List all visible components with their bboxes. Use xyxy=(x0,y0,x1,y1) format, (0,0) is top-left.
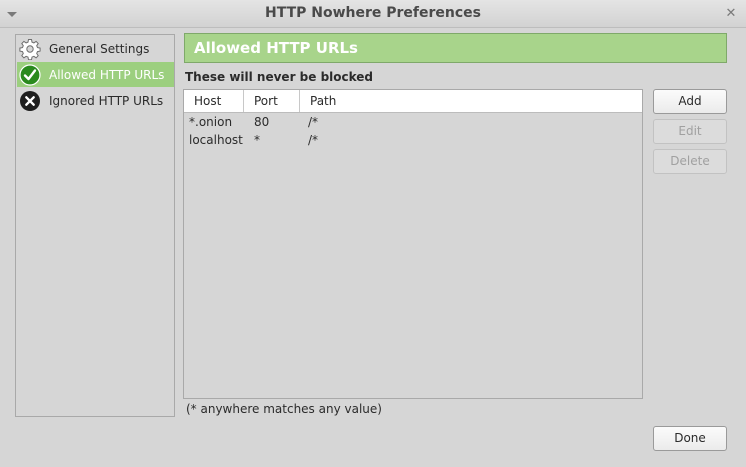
sidebar-item-label: Allowed HTTP URLs xyxy=(49,67,165,82)
cell-port: 80 xyxy=(254,115,270,129)
cell-port: * xyxy=(254,133,260,147)
cell-host: *.onion xyxy=(189,115,233,129)
x-circle-icon xyxy=(20,90,40,111)
sidebar-item-label: Ignored HTTP URLs xyxy=(49,93,164,108)
sidebar-item-label: General Settings xyxy=(49,41,150,56)
title-bar: HTTP Nowhere Preferences ✕ xyxy=(0,0,746,28)
add-button[interactable]: Add xyxy=(653,89,727,114)
sidebar: General Settings Allowed HTTP URLs Ignor… xyxy=(15,34,175,417)
sidebar-item-allowed-http-urls[interactable]: Allowed HTTP URLs xyxy=(17,62,174,87)
wildcard-footnote: (* anywhere matches any value) xyxy=(186,402,382,416)
column-header-port[interactable]: Port xyxy=(244,90,300,112)
preferences-window: HTTP Nowhere Preferences ✕ General Setti… xyxy=(0,0,746,467)
table-row[interactable]: localhost * /* xyxy=(184,131,642,149)
check-circle-icon xyxy=(19,63,41,86)
column-header-path[interactable]: Path xyxy=(300,90,642,112)
gear-icon xyxy=(19,38,41,60)
edit-button[interactable]: Edit xyxy=(653,119,727,144)
delete-button[interactable]: Delete xyxy=(653,149,727,174)
page-title: Allowed HTTP URLs xyxy=(184,33,727,63)
done-button[interactable]: Done xyxy=(653,426,727,451)
cell-path: /* xyxy=(308,115,319,129)
sidebar-item-ignored-http-urls[interactable]: Ignored HTTP URLs xyxy=(17,88,174,113)
sidebar-item-general-settings[interactable]: General Settings xyxy=(17,36,174,61)
window-title: HTTP Nowhere Preferences xyxy=(264,5,481,21)
close-icon[interactable]: ✕ xyxy=(724,7,738,21)
allowed-urls-table[interactable]: Host Port Path *.onion 80 /* localhost *… xyxy=(183,89,643,399)
column-header-host[interactable]: Host xyxy=(184,90,244,112)
cell-host: localhost xyxy=(189,133,243,147)
table-header: Host Port Path xyxy=(184,90,642,113)
section-subheading: These will never be blocked xyxy=(185,70,374,84)
table-row[interactable]: *.onion 80 /* xyxy=(184,113,642,131)
cell-path: /* xyxy=(308,133,319,147)
